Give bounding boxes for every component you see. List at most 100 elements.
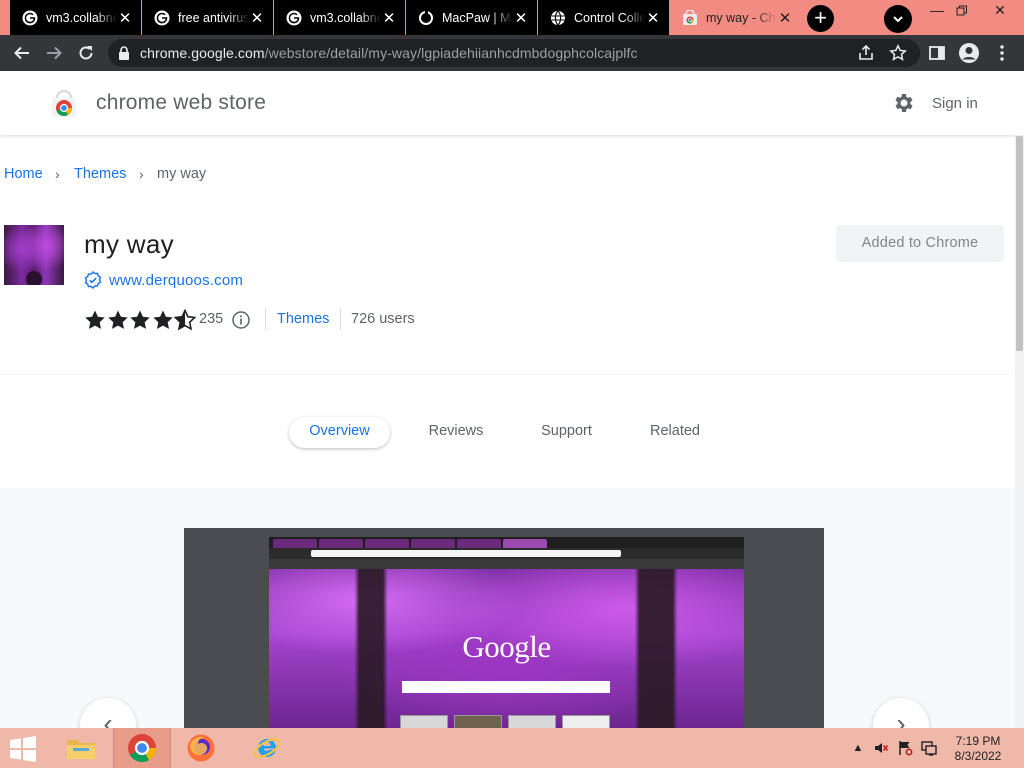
network-icon[interactable] xyxy=(921,740,937,756)
reload-button[interactable] xyxy=(74,41,98,65)
bookmark-button[interactable] xyxy=(886,41,910,65)
rating-count-link[interactable]: 235 xyxy=(199,311,223,327)
more-vert-icon xyxy=(1000,45,1004,61)
section-divider xyxy=(0,374,1010,375)
taskbar: ▲ xyxy=(0,728,1024,768)
close-icon[interactable]: ✕ xyxy=(645,9,661,27)
restore-icon xyxy=(956,5,967,16)
browser-tab[interactable]: vm3.collabnet ✕ xyxy=(10,0,141,35)
web-store-logo-icon[interactable] xyxy=(50,89,78,118)
store-title[interactable]: chrome web store xyxy=(96,91,266,115)
tab-reviews[interactable]: Reviews xyxy=(413,417,499,448)
chevron-right-icon: › xyxy=(55,166,60,182)
action-center-flag-icon[interactable] xyxy=(897,740,913,756)
browser-tab-strip: vm3.collabnet ✕ free antivirus ✕ vm3.col… xyxy=(0,0,1024,35)
theme-thumbnail xyxy=(4,225,64,285)
web-store-icon xyxy=(682,9,698,26)
gallery-slide[interactable]: Google xyxy=(184,528,824,728)
tab-related[interactable]: Related xyxy=(636,417,714,448)
star-full-icon xyxy=(129,309,151,331)
profile-button[interactable] xyxy=(957,41,981,65)
scrollbar-thumb[interactable] xyxy=(1016,136,1023,351)
share-button[interactable] xyxy=(854,41,878,65)
taskbar-firefox[interactable] xyxy=(172,728,230,768)
star-full-icon xyxy=(84,309,106,331)
sign-in-link[interactable]: Sign in xyxy=(932,95,978,112)
tab-support[interactable]: Support xyxy=(525,417,608,448)
close-icon[interactable]: ✕ xyxy=(513,9,529,27)
preview-bookmarks-bar xyxy=(269,559,744,569)
tab-title: MacPaw | Ma xyxy=(442,10,513,25)
restore-button[interactable] xyxy=(947,0,977,22)
star-full-icon xyxy=(152,309,174,331)
clock-time: 7:19 PM xyxy=(955,734,1001,748)
volume-muted-icon[interactable] xyxy=(873,740,889,756)
taskbar-file-explorer[interactable] xyxy=(52,728,110,768)
star-full-icon xyxy=(107,309,129,331)
show-hidden-icons-button[interactable]: ▲ xyxy=(850,740,866,756)
divider xyxy=(340,308,341,330)
system-clock[interactable]: 7:19 PM 8/3/2022 xyxy=(946,734,1010,764)
close-icon[interactable]: ✕ xyxy=(117,9,133,27)
address-bar[interactable]: chrome.google.com/webstore/detail/my-way… xyxy=(108,39,920,67)
window-close-button[interactable]: ✕ xyxy=(980,0,1020,22)
rating-stars xyxy=(84,308,197,331)
internet-explorer-icon xyxy=(253,738,281,758)
tab-search-button[interactable] xyxy=(884,5,912,33)
browser-tab[interactable]: free antivirus ✕ xyxy=(142,0,273,35)
taskbar-internet-explorer[interactable] xyxy=(238,728,296,768)
url-path: /webstore/detail/my-way/lgpiadehiianhcdm… xyxy=(264,45,638,61)
browser-toolbar: chrome.google.com/webstore/detail/my-way… xyxy=(0,35,1024,71)
reload-icon xyxy=(79,46,93,60)
side-panel-button[interactable] xyxy=(925,41,949,65)
tab-title: Control Colle xyxy=(574,10,645,25)
firefox-icon xyxy=(187,734,215,762)
tab-title: vm3.collabnet xyxy=(46,10,117,25)
category-link[interactable]: Themes xyxy=(277,311,329,327)
profile-avatar-icon xyxy=(959,43,979,63)
breadcrumb-current: my way xyxy=(157,166,207,182)
info-icon[interactable] xyxy=(231,310,251,330)
tab-title: vm3.collabnet xyxy=(310,10,381,25)
close-icon[interactable]: ✕ xyxy=(249,9,265,27)
offered-by-website-link[interactable]: www.derquoos.com xyxy=(109,272,243,289)
browser-tab[interactable]: Control Colle ✕ xyxy=(538,0,669,35)
clock-date: 8/3/2022 xyxy=(954,749,1002,763)
preview-tab-strip xyxy=(269,537,744,548)
forward-button[interactable] xyxy=(42,41,66,65)
browser-tab-active[interactable]: my way - Ch ✕ xyxy=(670,0,801,35)
theme-preview-screenshot: Google xyxy=(269,537,744,728)
verified-badge-icon xyxy=(84,271,102,289)
star-half-icon xyxy=(173,308,197,331)
preview-search-box xyxy=(402,681,610,693)
google-icon xyxy=(22,10,38,26)
screen: vm3.collabnet ✕ free antivirus ✕ vm3.col… xyxy=(0,0,1024,768)
item-title: my way xyxy=(84,229,174,259)
tab-title: my way - Ch xyxy=(706,10,776,25)
divider xyxy=(265,308,266,330)
url-domain: chrome.google.com xyxy=(140,45,265,61)
breadcrumb-category[interactable]: Themes xyxy=(74,166,126,182)
new-tab-button[interactable]: + xyxy=(807,5,834,32)
back-button[interactable] xyxy=(10,41,34,65)
tab-title: free antivirus xyxy=(178,10,249,25)
breadcrumb-home[interactable]: Home xyxy=(4,166,43,182)
added-to-chrome-button[interactable]: Added to Chrome xyxy=(836,225,1004,262)
chrome-icon xyxy=(128,734,156,762)
close-icon[interactable]: ✕ xyxy=(381,9,397,27)
lock-icon[interactable] xyxy=(118,46,130,60)
browser-tab[interactable]: vm3.collabnet ✕ xyxy=(274,0,405,35)
store-header: chrome web store Sign in xyxy=(0,71,1024,135)
tab-overview[interactable]: Overview xyxy=(289,417,390,448)
preview-address-bar xyxy=(269,548,744,559)
menu-button[interactable] xyxy=(990,41,1014,65)
star-outline-icon xyxy=(889,44,907,61)
google-icon xyxy=(154,10,170,26)
browser-tab[interactable]: MacPaw | Ma ✕ xyxy=(406,0,537,35)
screenshot-gallery: Google xyxy=(0,488,1015,728)
windows-start-icon[interactable] xyxy=(8,736,38,762)
taskbar-chrome[interactable] xyxy=(113,728,171,768)
close-icon[interactable]: ✕ xyxy=(777,9,793,27)
gear-icon[interactable] xyxy=(892,91,916,115)
chevron-right-icon: › xyxy=(139,166,144,182)
